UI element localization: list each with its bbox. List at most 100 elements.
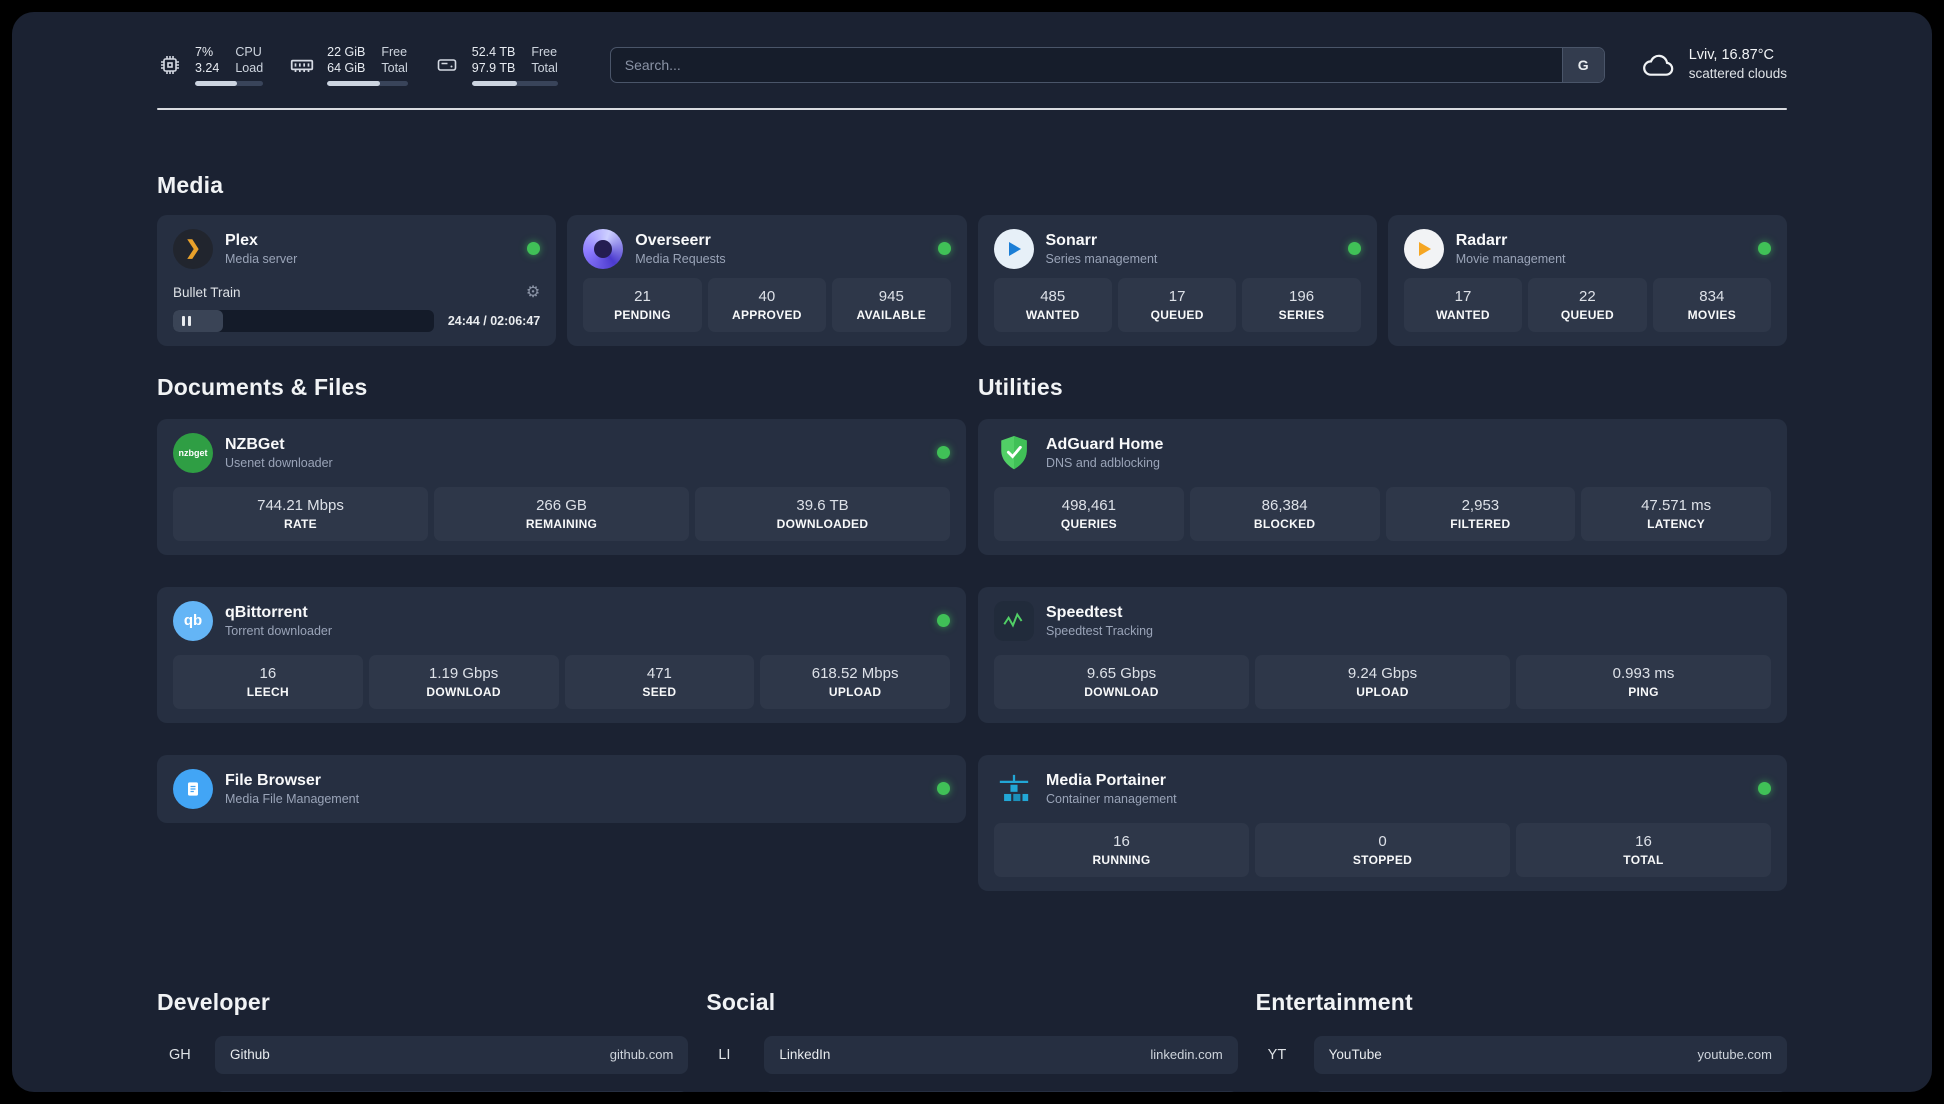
stat-label: QUERIES (1060, 516, 1117, 531)
cpu-stat: 7% 3.24 CPU Load (157, 44, 264, 86)
link-name: Github (230, 1047, 270, 1062)
playback-progress-fill (173, 309, 223, 332)
link-row-netflix[interactable]: NF Netflix netflix.com (1256, 1090, 1787, 1092)
card-subtitle: Container management (1046, 791, 1177, 806)
cpu-load-label: Load (235, 61, 264, 76)
cpu-load-value: 3.24 (195, 61, 220, 76)
search-input[interactable] (610, 47, 1562, 82)
stat-value: 16 (1635, 832, 1652, 850)
stat-label: QUEUED (1560, 307, 1614, 322)
qbittorrent-icon: qb (173, 600, 213, 641)
social-column: Social LI LinkedIn linkedin.com TW Twitt… (706, 989, 1238, 1092)
stat-tile: 834 MOVIES (1652, 277, 1772, 332)
documents-column: Documents & Files nzbget NZBGet Usenet d… (157, 374, 966, 823)
playback-progress-bar[interactable] (173, 309, 434, 332)
disk-usage-bar (471, 80, 558, 86)
stat-label: PING (1628, 684, 1659, 699)
disk-free-value: 52.4 TB (471, 45, 516, 59)
adguard-card[interactable]: AdGuard Home DNS and adblocking 498,461 … (978, 418, 1787, 555)
stat-tile: 9.65 Gbps DOWNLOAD (994, 654, 1249, 709)
stat-tile: 485 WANTED (993, 277, 1112, 332)
stat-tile: 618.52 Mbps UPLOAD (760, 654, 950, 709)
cpu-label: CPU (235, 45, 262, 59)
stat-label: PENDING (614, 307, 671, 322)
now-playing-title: Bullet Train (173, 284, 241, 300)
search-engine-button[interactable]: G (1561, 47, 1604, 82)
stat-value: 17 (1454, 287, 1472, 305)
sonarr-icon (993, 228, 1034, 269)
entertainment-section-title: Entertainment (1255, 988, 1413, 1015)
stat-label: RUNNING (1092, 852, 1151, 867)
stat-tile: 17 QUEUED (1117, 277, 1237, 332)
stat-label: DOWNLOADED (776, 516, 869, 531)
stat-label: AVAILABLE (856, 307, 927, 322)
adguard-icon (994, 433, 1034, 473)
status-dot (937, 782, 950, 795)
stat-tile: 40 APPROVED (707, 277, 827, 332)
stat-label: RATE (284, 516, 317, 531)
memory-free-value: 22 GiB (327, 45, 366, 59)
utilities-section-title: Utilities (978, 373, 1063, 400)
link-abbr: YT (1267, 1046, 1287, 1063)
stat-tile: 945 AVAILABLE (832, 277, 951, 332)
status-dot (1347, 242, 1361, 255)
nzbget-card[interactable]: nzbget NZBGet Usenet downloader 744.21 M… (157, 418, 966, 555)
radarr-card[interactable]: Radarr Movie management 17 WANTED 22 QUE… (1387, 214, 1787, 346)
stat-value: 196 (1289, 287, 1315, 305)
stat-value: 40 (758, 287, 776, 305)
card-subtitle: Media File Management (225, 791, 360, 806)
stat-tile: 0.993 ms PING (1516, 654, 1771, 709)
filebrowser-card[interactable]: File Browser Media File Management (157, 754, 966, 823)
stat-label: UPLOAD (1356, 684, 1409, 699)
stat-label: REMAINING (525, 516, 598, 531)
card-title: Radarr (1455, 231, 1508, 249)
stat-value: 471 (646, 664, 672, 682)
stat-tile: 266 GB REMAINING (434, 486, 689, 541)
settings-gear-icon[interactable]: ⚙ (526, 282, 540, 302)
card-title: Speedtest (1046, 603, 1123, 621)
link-name: YouTube (1328, 1047, 1382, 1062)
stat-value: 266 GB (536, 496, 587, 514)
link-row-twitter[interactable]: TW Twitter twitter.com (706, 1090, 1238, 1092)
cpu-usage-bar (195, 80, 264, 86)
stat-tile: 47.571 ms LATENCY (1581, 486, 1771, 541)
stat-value: 22 (1579, 287, 1596, 305)
link-row-github[interactable]: GH Github github.com (157, 1035, 689, 1074)
link-url: linkedin.com (1150, 1047, 1223, 1062)
stat-value: 16 (1113, 832, 1130, 850)
speedtest-card[interactable]: Speedtest Speedtest Tracking 9.65 Gbps D… (978, 586, 1787, 723)
stat-value: 834 (1699, 287, 1725, 305)
link-name: LinkedIn (779, 1047, 831, 1062)
qbittorrent-card[interactable]: qb qBittorrent Torrent downloader 16 LEE… (157, 586, 966, 723)
stat-tile: 9.24 Gbps UPLOAD (1255, 654, 1510, 709)
stat-value: 47.571 ms (1641, 496, 1712, 514)
cpu-icon (157, 52, 183, 78)
stat-label: SEED (642, 684, 677, 699)
link-row-linkedin[interactable]: LI LinkedIn linkedin.com (706, 1035, 1238, 1074)
portainer-card[interactable]: Media Portainer Container management 16 … (978, 754, 1787, 891)
card-subtitle: Media Requests (635, 251, 726, 266)
stat-tile: 17 WANTED (1403, 277, 1523, 332)
card-title: Sonarr (1045, 231, 1098, 249)
media-section: Media ❯ Plex Media server Bullet Train ⚙… (157, 172, 1787, 346)
plex-icon: ❯ (173, 228, 213, 269)
link-row-youtube[interactable]: YT YouTube youtube.com (1256, 1035, 1787, 1074)
status-dot (527, 242, 541, 255)
sonarr-card[interactable]: Sonarr Series management 485 WANTED 17 Q… (977, 214, 1377, 346)
memory-stat: 22 GiB 64 GiB Free Total (289, 44, 408, 86)
link-abbr: GH (169, 1046, 191, 1063)
utilities-column: Utilities AdGuard Home DNS and adblockin… (978, 374, 1787, 923)
stat-tile: 86,384 BLOCKED (1189, 486, 1380, 541)
developer-section-title: Developer (157, 988, 271, 1015)
weather-widget: Lviv, 16.87°C scattered clouds (1641, 46, 1787, 84)
overseerr-card[interactable]: Overseerr Media Requests 21 PENDING 40 A… (567, 214, 967, 346)
card-subtitle: Series management (1045, 251, 1158, 266)
disk-stat: 52.4 TB 97.9 TB Free Total (434, 44, 558, 86)
stat-label: APPROVED (732, 307, 802, 322)
plex-card[interactable]: ❯ Plex Media server Bullet Train ⚙ 24:44… (157, 214, 557, 346)
link-row-stackoverflow[interactable]: SO StackOverflow stackoverflow.com (157, 1090, 689, 1092)
pause-icon[interactable] (182, 315, 191, 326)
stat-label: SERIES (1278, 307, 1325, 322)
weather-location: Lviv, 16.87°C (1688, 46, 1775, 63)
card-subtitle: Torrent downloader (225, 623, 333, 638)
